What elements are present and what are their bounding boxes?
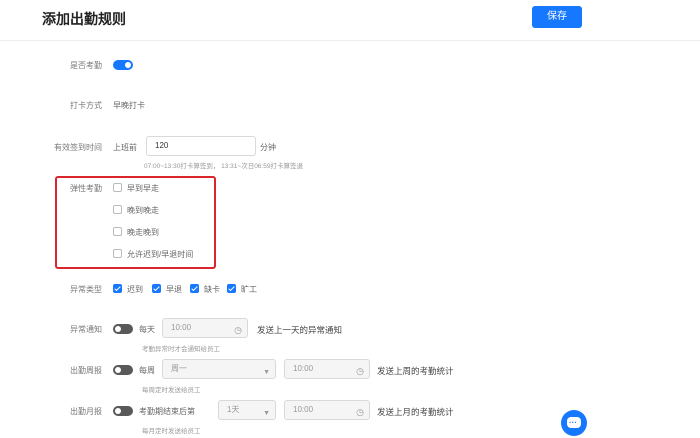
exception-notify-freq: 每天 xyxy=(139,325,155,334)
monthly-report-time-input[interactable]: 10:00 ◷ xyxy=(284,400,370,420)
select-value: 周一 xyxy=(171,364,187,373)
toggle-knob xyxy=(115,367,121,373)
valid-time-label: 有效签到时间 xyxy=(54,143,102,152)
clock-icon: ◷ xyxy=(234,325,242,335)
valid-time-unit: 分钟 xyxy=(260,143,276,152)
attendance-label: 是否考勤 xyxy=(70,61,102,70)
toggle-knob xyxy=(125,62,131,68)
exception-notify-label: 异常通知 xyxy=(70,325,102,334)
clock-icon: ◷ xyxy=(356,366,364,376)
monthly-report-label: 出勤月报 xyxy=(70,407,102,416)
weekly-report-desc: 发送上周的考勤统计 xyxy=(377,366,454,376)
clock-icon: ◷ xyxy=(356,407,364,417)
chat-button[interactable]: ··· xyxy=(561,410,587,436)
valid-time-prefix: 上班前 xyxy=(113,143,137,152)
weekly-report-time-input[interactable]: 10:00 ◷ xyxy=(284,359,370,379)
weekly-report-hint: 每周定时发送给员工 xyxy=(142,387,201,394)
chevron-down-icon: ▼ xyxy=(263,369,270,376)
exception-types-label: 异常类型 xyxy=(70,285,102,294)
select-value: 1天 xyxy=(227,405,240,414)
monthly-report-desc: 发送上月的考勤统计 xyxy=(377,407,454,417)
toggle-knob xyxy=(115,408,121,414)
exception-notify-hint: 考勤异常时才会通知给员工 xyxy=(142,346,220,353)
page-header: 添加出勤规则 保存 xyxy=(0,0,700,40)
exception-option-label: 旷工 xyxy=(241,285,257,294)
exception-checkbox-early[interactable] xyxy=(152,284,161,293)
save-button[interactable]: 保存 xyxy=(532,6,582,28)
monthly-report-toggle[interactable] xyxy=(113,406,133,416)
exception-notify-toggle[interactable] xyxy=(113,324,133,334)
exception-option-label: 迟到 xyxy=(127,285,143,294)
exception-checkbox-late[interactable] xyxy=(113,284,122,293)
monthly-report-freq: 考勤期结束后第 xyxy=(139,407,195,416)
monthly-report-day-select[interactable]: 1天 ▼ xyxy=(218,400,276,420)
punch-value: 早晚打卡 xyxy=(113,101,145,110)
punch-label: 打卡方式 xyxy=(70,101,102,110)
weekly-report-toggle[interactable] xyxy=(113,365,133,375)
time-value: 10:00 xyxy=(293,364,314,373)
exception-notify-time-input[interactable]: 10:00 ◷ xyxy=(162,318,248,338)
toggle-knob xyxy=(115,326,121,332)
weekly-report-label: 出勤周报 xyxy=(70,366,102,375)
valid-time-input[interactable]: 120 xyxy=(146,136,256,156)
page-title: 添加出勤规则 xyxy=(42,11,126,27)
chat-dots: ··· xyxy=(569,418,577,427)
highlight-box xyxy=(55,176,216,269)
exception-option-label: 缺卡 xyxy=(204,285,220,294)
exception-checkbox-absent[interactable] xyxy=(227,284,236,293)
time-value: 10:00 xyxy=(293,405,314,414)
exception-checkbox-missing[interactable] xyxy=(190,284,199,293)
chevron-down-icon: ▼ xyxy=(263,410,270,417)
attendance-toggle[interactable] xyxy=(113,60,133,70)
exception-option-label: 早退 xyxy=(166,285,182,294)
exception-notify-desc: 发送上一天的异常通知 xyxy=(257,325,343,335)
time-value: 10:00 xyxy=(171,323,192,332)
weekly-report-freq: 每周 xyxy=(139,366,155,375)
monthly-report-hint: 每月定时发送给员工 xyxy=(142,428,201,435)
header-divider xyxy=(0,40,700,41)
weekly-report-day-select[interactable]: 周一 ▼ xyxy=(162,359,276,379)
valid-time-hint: 07:00~13:30打卡算签到， 13:31~次日06:59打卡算签退 xyxy=(144,163,303,170)
